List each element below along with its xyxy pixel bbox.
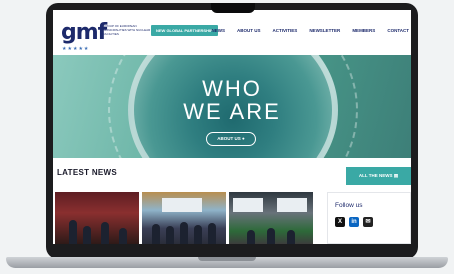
hero-banner: WHO WE ARE ABOUT US ● — [53, 55, 411, 158]
logo-tagline: GROUP OF EUROPEAN MUNICIPALITIES WITH NU… — [103, 24, 151, 36]
laptop-base-notch — [198, 257, 256, 261]
thumb-person — [247, 230, 255, 244]
thumb-person — [180, 222, 188, 244]
thumb-person — [194, 225, 202, 244]
thumb-projection-screen — [162, 198, 202, 212]
nav-members[interactable]: MEMBERS — [352, 28, 375, 33]
news-thumbnail-3[interactable] — [229, 192, 313, 244]
mail-icon[interactable]: ✉ — [363, 217, 373, 227]
hero-title-line2: WE ARE — [183, 99, 281, 124]
thumb-person — [208, 223, 216, 244]
thumb-person — [166, 226, 174, 244]
website-screen: gmf ★★★★★ GROUP OF EUROPEAN MUNICIPALITI… — [53, 10, 411, 244]
all-news-label: ALL THE NEWS — [358, 173, 393, 178]
global-partnership-button[interactable]: NEW GLOBAL PARTNERSHIP — [151, 25, 218, 36]
thumb-person — [101, 222, 109, 244]
nav-contact[interactable]: CONTACT — [387, 28, 409, 33]
main-nav: NEWS ABOUT US ACTIVITIES NEWSLETTER MEMB… — [212, 28, 409, 33]
laptop-mockup: gmf ★★★★★ GROUP OF EUROPEAN MUNICIPALITI… — [0, 0, 454, 274]
thumb-person — [119, 228, 127, 244]
camera-notch — [211, 3, 255, 13]
all-news-button[interactable]: ALL THE NEWS ▤ — [346, 167, 411, 185]
site-header: gmf ★★★★★ GROUP OF EUROPEAN MUNICIPALITI… — [53, 10, 411, 55]
document-icon: ▤ — [393, 173, 399, 178]
news-thumbnail-1[interactable] — [55, 192, 139, 244]
hero-title-line1: WHO — [202, 76, 262, 101]
thumb-person — [69, 220, 77, 244]
thumb-projection-screen — [277, 198, 307, 212]
logo-stars-icon: ★★★★★ — [62, 46, 90, 52]
social-links: X in ✉ — [335, 217, 373, 227]
nav-news[interactable]: NEWS — [212, 28, 226, 33]
nav-newsletter[interactable]: NEWSLETTER — [309, 28, 340, 33]
follow-us-card: Follow us X in ✉ — [327, 192, 411, 244]
about-us-label: ABOUT US — [217, 136, 241, 141]
about-us-button[interactable]: ABOUT US ● — [206, 132, 256, 146]
x-icon[interactable]: X — [335, 217, 345, 227]
gmf-logo[interactable]: gmf — [61, 20, 107, 45]
news-thumbnail-2[interactable] — [142, 192, 226, 244]
thumb-projection-screen — [233, 198, 263, 212]
follow-us-title: Follow us — [335, 202, 363, 209]
latest-news-heading: LATEST NEWS — [57, 168, 118, 177]
thumb-person — [83, 226, 91, 244]
nav-about-us[interactable]: ABOUT US — [237, 28, 261, 33]
thumb-person — [152, 224, 160, 244]
thumb-person — [287, 230, 295, 244]
people-icon: ● — [242, 136, 245, 141]
nav-activities[interactable]: ACTIVITIES — [273, 28, 298, 33]
thumb-person — [267, 228, 275, 244]
linkedin-icon[interactable]: in — [349, 217, 359, 227]
